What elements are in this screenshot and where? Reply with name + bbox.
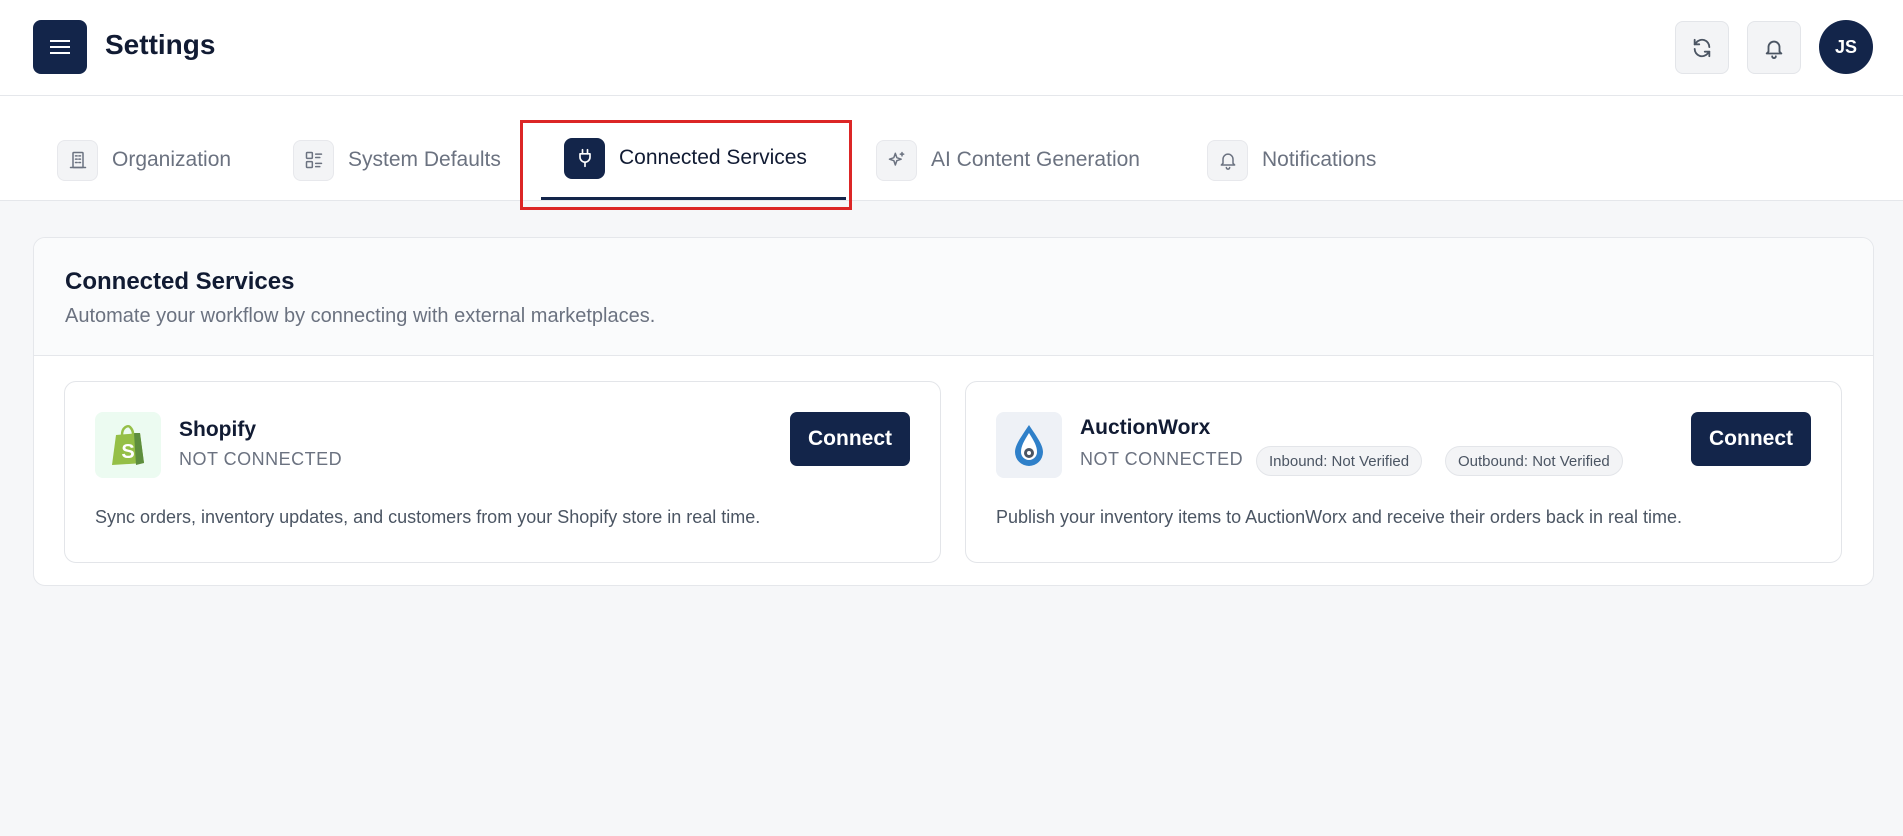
user-avatar[interactable]: JS <box>1819 20 1873 74</box>
settings-tab-bar: Organization System Defaults Connected S… <box>0 96 1903 201</box>
service-description: Sync orders, inventory updates, and cust… <box>95 507 761 527</box>
notifications-button[interactable] <box>1747 21 1801 74</box>
service-name: Shopify <box>179 418 256 441</box>
service-card-shopify: S Shopify NOT CONNECTED Connect Sync ord… <box>64 381 941 563</box>
panel-header: Connected Services Automate your workflo… <box>34 238 1873 356</box>
refresh-icon <box>1693 38 1711 57</box>
service-card-auctionworx: AuctionWorx NOT CONNECTED Inbound: Not V… <box>965 381 1842 563</box>
hamburger-icon <box>50 40 70 54</box>
bell-icon <box>1765 40 1783 59</box>
plug-icon <box>564 137 605 179</box>
tab-notifications[interactable]: Notifications <box>1207 139 1376 181</box>
tab-organization[interactable]: Organization <box>57 139 231 181</box>
panel-subtitle: Automate your workflow by connecting wit… <box>65 305 656 327</box>
page-title: Settings <box>105 29 216 60</box>
active-tab-indicator <box>541 197 846 200</box>
auctionworx-logo-icon <box>996 412 1062 478</box>
service-name: AuctionWorx <box>1080 416 1211 439</box>
bell-icon <box>1207 139 1248 181</box>
connection-status: NOT CONNECTED <box>1080 449 1244 469</box>
sparkles-icon <box>876 139 917 181</box>
tab-ai-content-generation[interactable]: AI Content Generation <box>876 139 1140 181</box>
connection-status: NOT CONNECTED <box>179 449 343 469</box>
auctionworx-connect-button[interactable]: Connect <box>1691 412 1811 466</box>
tab-system-defaults[interactable]: System Defaults <box>293 139 501 181</box>
inbound-status-badge: Inbound: Not Verified <box>1256 446 1423 476</box>
menu-button[interactable] <box>33 20 87 74</box>
tab-label: Connected Services <box>619 146 807 169</box>
svg-text:S: S <box>121 441 134 463</box>
building-icon <box>57 139 98 181</box>
service-description: Publish your inventory items to AuctionW… <box>996 507 1682 527</box>
top-bar: Settings JS <box>0 0 1903 96</box>
shopify-logo-icon: S <box>95 412 161 478</box>
tab-connected-services[interactable]: Connected Services <box>564 137 807 179</box>
tab-label: System Defaults <box>348 148 501 171</box>
connected-services-panel: Connected Services Automate your workflo… <box>33 237 1874 586</box>
panel-title: Connected Services <box>65 268 295 295</box>
outbound-status-badge: Outbound: Not Verified <box>1445 446 1623 476</box>
tab-label: AI Content Generation <box>931 148 1140 171</box>
list-icon <box>293 139 334 181</box>
shopify-connect-button[interactable]: Connect <box>790 412 910 466</box>
tab-label: Notifications <box>1262 148 1377 171</box>
tab-label: Organization <box>112 148 232 171</box>
refresh-button[interactable] <box>1675 21 1729 74</box>
